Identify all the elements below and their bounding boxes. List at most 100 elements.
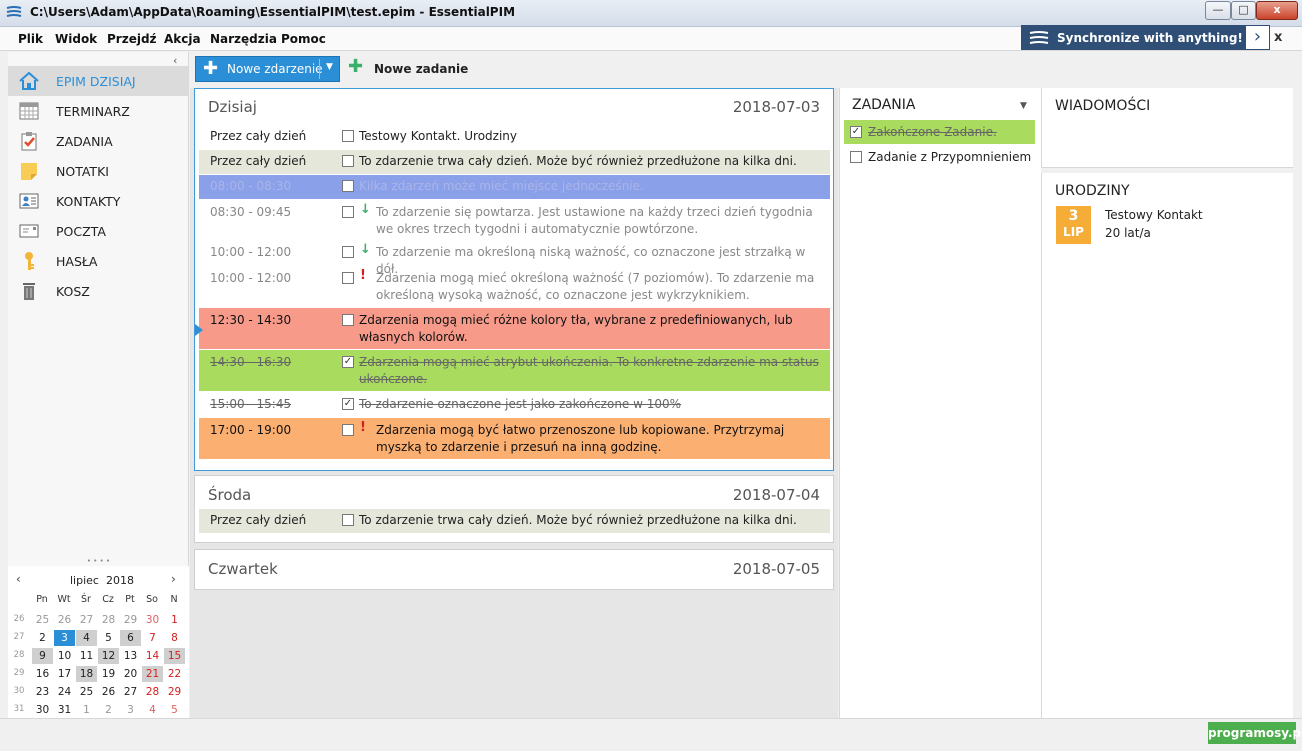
event-row[interactable]: Przez cały dzień Testowy Kontakt. Urodzi… (199, 125, 830, 149)
calendar-day[interactable]: 15 (164, 648, 185, 664)
event-checkbox[interactable] (342, 180, 354, 192)
task-checkbox[interactable] (850, 151, 862, 163)
chevron-down-icon[interactable]: ▼ (326, 62, 333, 72)
close-window-button[interactable]: x (1256, 1, 1298, 20)
calendar-day[interactable]: 29 (164, 684, 185, 700)
task-checkbox[interactable]: ✓ (850, 126, 862, 138)
calendar-day[interactable]: 29 (120, 612, 141, 628)
calendar-day[interactable]: 19 (98, 666, 119, 682)
calendar-day[interactable]: 12 (98, 648, 119, 664)
event-row[interactable]: 08:00 - 08:30 Kilka zdarzeń może mieć mi… (199, 175, 830, 199)
sync-banner-text: Synchronize with anything! (1057, 31, 1243, 45)
event-checkbox[interactable] (342, 424, 354, 436)
day-panel-today: Dzisiaj 2018-07-03 Przez cały dzień Test… (194, 88, 834, 471)
event-checkbox[interactable] (342, 155, 354, 167)
calendar-day[interactable]: 9 (32, 648, 53, 664)
calendar-day[interactable]: 25 (76, 684, 97, 700)
event-checkbox[interactable]: ✓ (342, 398, 354, 410)
menu-plik[interactable]: Plik (18, 32, 43, 46)
event-row[interactable]: 12:30 - 14:30 Zdarzenia mogą mieć różne … (199, 308, 830, 349)
chevron-right-icon[interactable]: › (1245, 25, 1270, 50)
banner-close-button[interactable]: x (1274, 30, 1282, 45)
calendar-day[interactable]: 31 (54, 702, 75, 718)
birthday-contact-name[interactable]: Testowy Kontakt (1105, 208, 1203, 222)
menu-pomoc[interactable]: Pomoc (281, 32, 326, 46)
calendar-day[interactable]: 3 (54, 630, 75, 646)
calendar-day[interactable]: 10 (54, 648, 75, 664)
calendar-day[interactable]: 28 (98, 612, 119, 628)
task-item[interactable]: Zadanie z Przypomnieniem (844, 145, 1035, 169)
calendar-day[interactable]: 27 (76, 612, 97, 628)
sidebar-item-terminarz[interactable]: TERMINARZ (8, 96, 189, 126)
sidebar-item-zadania[interactable]: ZADANIA (8, 126, 189, 156)
calendar-day[interactable]: 13 (120, 648, 141, 664)
event-checkbox[interactable] (342, 514, 354, 526)
calendar-day[interactable]: 30 (142, 612, 163, 628)
calendar-day[interactable]: 17 (54, 666, 75, 682)
calendar-day[interactable]: 5 (164, 702, 185, 718)
event-row[interactable]: 15:00 - 15:45 ✓ To zdarzenie oznaczone j… (199, 393, 830, 417)
calendar-day[interactable]: 8 (164, 630, 185, 646)
event-row[interactable]: 08:30 - 09:45 ↓ To zdarzenie się powtarz… (199, 200, 830, 240)
chevron-down-icon[interactable]: ▼ (1020, 101, 1027, 111)
event-checkbox[interactable] (342, 206, 354, 218)
task-item[interactable]: ✓ Zakończone Zadanie. (844, 120, 1035, 144)
event-row[interactable]: Przez cały dzień To zdarzenie trwa cały … (199, 150, 830, 174)
calendar-day[interactable]: 6 (120, 630, 141, 646)
calendar-day[interactable]: 25 (32, 612, 53, 628)
event-checkbox[interactable] (342, 130, 354, 142)
calendar-day[interactable]: 18 (76, 666, 97, 682)
calendar-day[interactable]: 11 (76, 648, 97, 664)
sidebar-splitter[interactable]: • • • • (8, 558, 189, 565)
menu-narzedzia[interactable]: Narzędzia (210, 32, 277, 46)
calendar-day[interactable]: 20 (120, 666, 141, 682)
event-checkbox[interactable] (342, 272, 354, 284)
menu-widok[interactable]: Widok (55, 32, 97, 46)
calendar-day[interactable]: 7 (142, 630, 163, 646)
event-row[interactable]: 17:00 - 19:00 ! Zdarzenia mogą być łatwo… (199, 418, 830, 459)
event-row[interactable]: 14:30 - 16:30 ✓ Zdarzenia mogą mieć atry… (199, 350, 830, 391)
calendar-day[interactable]: 28 (142, 684, 163, 700)
sidebar-item-hasla[interactable]: HASŁA (8, 246, 189, 276)
calendar-day[interactable]: 1 (76, 702, 97, 718)
prev-month-icon[interactable]: ‹ (16, 572, 21, 586)
calendar-day[interactable]: 4 (142, 702, 163, 718)
event-row[interactable]: 10:00 - 12:00 ! Zdarzenia mogą mieć okre… (199, 266, 830, 306)
event-checkbox[interactable] (342, 246, 354, 258)
menu-akcja[interactable]: Akcja (164, 32, 201, 46)
event-checkbox[interactable] (342, 314, 354, 326)
task-label: Zadanie z Przypomnieniem (868, 150, 1032, 164)
sidebar-item-notatki[interactable]: NOTATKI (8, 156, 189, 186)
event-row[interactable]: 10:00 - 12:00 ↓ To zdarzenie ma określon… (199, 241, 830, 276)
calendar-day[interactable]: 26 (54, 612, 75, 628)
event-row[interactable]: Przez cały dzień To zdarzenie trwa cały … (199, 509, 830, 533)
calendar-day[interactable]: 26 (98, 684, 119, 700)
calendar-day[interactable]: 23 (32, 684, 53, 700)
calendar-day[interactable]: 1 (164, 612, 185, 628)
calendar-day[interactable]: 2 (98, 702, 119, 718)
sync-banner[interactable]: Synchronize with anything! › (1021, 25, 1270, 50)
maximize-button[interactable]: □ (1231, 1, 1256, 20)
calendar-day[interactable]: 4 (76, 630, 97, 646)
event-text: To zdarzenie się powtarza. Jest ustawion… (376, 205, 813, 236)
calendar-day[interactable]: 21 (142, 666, 163, 682)
calendar-day[interactable]: 16 (32, 666, 53, 682)
calendar-day[interactable]: 24 (54, 684, 75, 700)
sidebar-item-kontakty[interactable]: KONTAKTY (8, 186, 189, 216)
calendar-day[interactable]: 27 (120, 684, 141, 700)
calendar-day[interactable]: 2 (32, 630, 53, 646)
menu-przejdz[interactable]: Przejdź (107, 32, 157, 46)
calendar-day[interactable]: 30 (32, 702, 53, 718)
calendar-day[interactable]: 5 (98, 630, 119, 646)
event-checkbox[interactable]: ✓ (342, 356, 354, 368)
trash-icon (23, 283, 35, 300)
new-event-button[interactable]: ✚ Nowe zdarzenie ▼ (195, 56, 340, 82)
sidebar-item-epim-dzisiaj[interactable]: EPIM DZISIAJ (8, 66, 189, 96)
sidebar-item-kosz[interactable]: KOSZ (8, 276, 189, 306)
calendar-day[interactable]: 22 (164, 666, 185, 682)
sidebar-item-poczta[interactable]: POCZTA (8, 216, 189, 246)
next-month-icon[interactable]: › (171, 572, 176, 586)
calendar-day[interactable]: 3 (120, 702, 141, 718)
minimize-button[interactable]: — (1205, 1, 1231, 20)
calendar-day[interactable]: 14 (142, 648, 163, 664)
